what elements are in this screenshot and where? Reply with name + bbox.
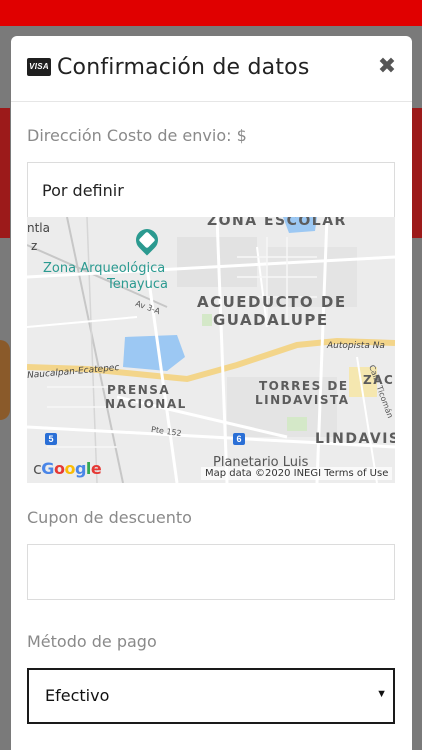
credit-card-icon: VISA — [27, 58, 51, 76]
data-confirmation-modal: VISA Confirmación de datos ✖ Dirección C… — [11, 36, 412, 750]
payment-method-value: Efectivo — [45, 686, 110, 705]
map-label-acueducto: ACUEDUCTO DE — [197, 293, 347, 311]
map-label-lindavista: LINDAVISTA — [255, 393, 350, 407]
modal-header: VISA Confirmación de datos ✖ — [11, 36, 412, 102]
map-label-ntla: ntla — [27, 221, 50, 235]
background-banner-right — [412, 108, 422, 238]
map-label-zona-arqueologica: Zona Arqueológica — [43, 261, 166, 276]
background-header-bar — [0, 0, 422, 26]
map-label-nacional: NACIONAL — [105, 397, 187, 411]
delivery-map[interactable]: ZONA ESCOLAR ntla z Zona Arqueológica Te… — [27, 217, 395, 483]
payment-method-select[interactable]: Efectivo ▼ — [27, 668, 395, 724]
highway-shield-5-icon: 5 — [45, 433, 57, 445]
coupon-label: Cupon de descuento — [27, 508, 192, 527]
map-label-lindavis: LINDAVIS — [315, 431, 395, 447]
address-input[interactable] — [27, 162, 395, 218]
highway-shield-6-icon: 6 — [233, 433, 245, 445]
close-icon[interactable]: ✖ — [375, 54, 399, 78]
map-attribution[interactable]: Map data ©2020 INEGI Terms of Use — [201, 467, 393, 480]
map-label-zona-escolar: ZONA ESCOLAR — [207, 217, 347, 229]
background-food-image — [0, 340, 10, 420]
dropdown-arrow-icon: ▼ — [376, 688, 387, 700]
map-label-guadalupe: GUADALUPE — [213, 311, 329, 329]
map-label-torres: TORRES DE — [259, 379, 349, 393]
coupon-input[interactable] — [27, 544, 395, 600]
modal-title: Confirmación de datos — [57, 55, 310, 80]
map-label-z: z — [31, 239, 38, 253]
background-banner-left — [0, 108, 10, 238]
address-label: Dirección Costo de envio: $ — [27, 126, 247, 145]
map-label-prensa: PRENSA — [107, 383, 171, 397]
map-label-tenayuca: Tenayuca — [107, 277, 168, 292]
google-logo: cGoogle — [33, 459, 102, 478]
payment-method-label: Método de pago — [27, 632, 157, 651]
map-label-autopista: Autopista Na — [327, 341, 385, 351]
